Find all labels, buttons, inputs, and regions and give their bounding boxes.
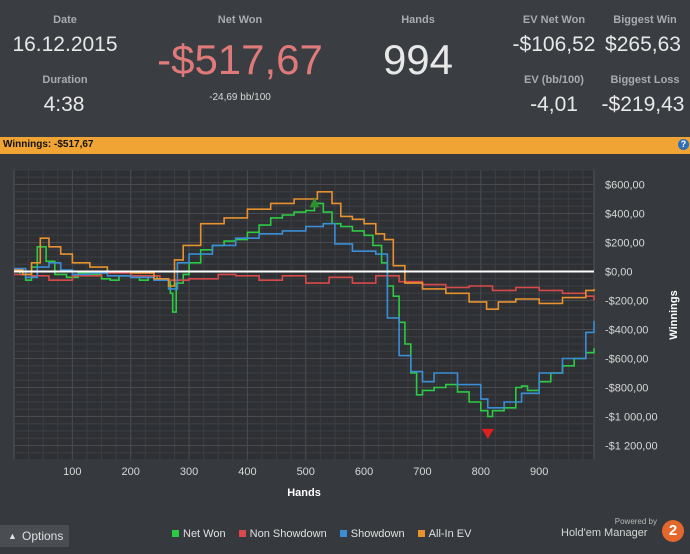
y-tick-label: -$1 200,00 [605,441,658,453]
legend-swatch [339,530,347,537]
caret-up-icon: ▲ [8,531,17,541]
branding: Powered by Hold'em Manager 2 [560,516,688,552]
biggest-loss-value: -$219,43 [601,93,685,116]
duration-value: 4:38 [43,93,85,116]
y-tick-label: $0,00 [605,267,633,279]
x-tick-label: 700 [413,466,431,478]
ev-net-won-value: -$106,52 [512,33,596,56]
bb-per-100-value: -24,69 bb/100 [209,92,271,103]
legend-label: Net Won [183,528,226,540]
net-won-label: Net Won [217,14,263,26]
legend-swatch [417,530,425,537]
x-tick-label: 500 [297,466,315,478]
options-button[interactable]: ▲ Options [0,525,69,547]
legend-swatch [238,530,246,537]
chart-legend: Net Won Non Showdown Showdown All-In EV [172,528,481,540]
y-tick-label: -$400,00 [605,325,648,337]
y-tick-label: $200,00 [605,238,645,250]
ev-bb100-value: -4,01 [530,93,578,116]
x-tick-label: 600 [355,466,373,478]
x-tick-label: 800 [472,466,490,478]
y-tick-label: $400,00 [605,209,645,221]
y-tick-label: -$800,00 [605,383,648,395]
legend-swatch [172,530,179,537]
ev-bb100-label: EV (bb/100) [524,74,584,86]
y-tick-label: -$600,00 [605,354,648,366]
duration-label: Duration [42,74,88,86]
options-label: Options [22,529,64,543]
biggest-win-value: $265,63 [605,33,681,56]
x-tick-label: 200 [122,466,140,478]
date-value: 16.12.2015 [12,33,118,56]
biggest-win-label: Biggest Win [613,14,677,26]
x-tick-label: 100 [63,466,81,478]
legend-label: All-In EV [428,528,472,540]
hands-label: Hands [401,14,435,26]
y-tick-label: $600,00 [605,180,645,192]
powered-by-text: Powered by [614,517,657,526]
x-axis-label: Hands [287,487,321,499]
ev-net-won-label: EV Net Won [522,14,586,26]
winnings-chart: 100 200 300 400 500 600 700 800 900 $600,00 $400,0… [13,169,680,499]
session-stats-panel: Date 16.12.2015 Duration 4:38 Net Won -$… [0,0,690,137]
biggest-loss-label: Biggest Loss [610,74,680,86]
y-tick-label: -$1 000,00 [605,412,658,424]
legend-item-non-showdown[interactable]: Non Showdown [238,528,327,540]
winnings-bar-text: Winnings: -$517,67 [3,139,94,150]
legend-item-net-won[interactable]: Net Won [172,528,226,540]
net-won-value: -$517,67 [157,36,323,83]
winnings-chart-panel: 100 200 300 400 500 600 700 800 900 $600,00 $400,0… [0,154,690,554]
legend-item-showdown[interactable]: Showdown [339,528,405,540]
help-icon[interactable]: ? [678,139,689,150]
date-label: Date [53,14,77,26]
y-tick-label: -$200,00 [605,296,648,308]
x-tick-label: 900 [530,466,548,478]
legend-label: Non Showdown [249,528,327,540]
x-tick-label: 400 [238,466,256,478]
legend-label: Showdown [350,528,405,540]
winnings-bar: Winnings: -$517,67 ? [0,137,690,154]
hands-value: 994 [382,36,454,83]
brand-name: Hold'em Manager [561,527,648,539]
x-tick-label: 300 [180,466,198,478]
hem2-logo-icon: 2 [662,520,684,542]
y-axis-label: Winnings [668,290,680,339]
legend-item-all-in-ev[interactable]: All-In EV [417,528,472,540]
